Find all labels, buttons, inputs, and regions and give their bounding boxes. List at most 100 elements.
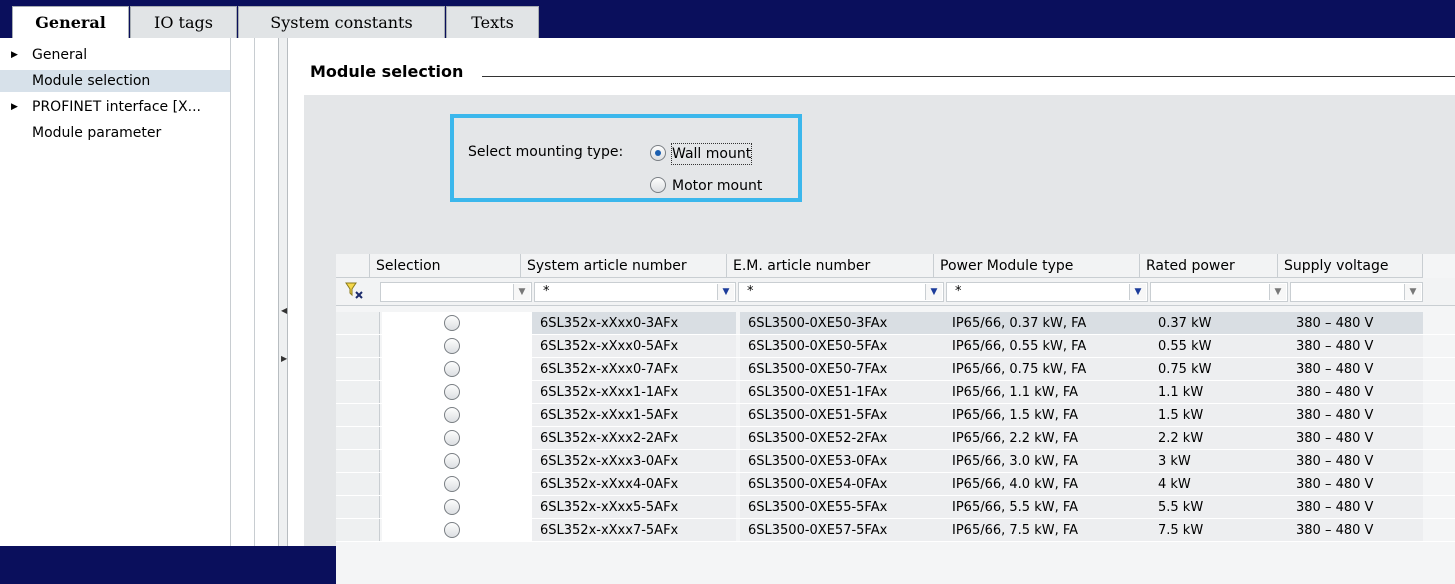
filter-rated-power[interactable]: ▼	[1150, 282, 1288, 302]
dropdown-arrow-icon[interactable]: ▼	[717, 284, 734, 300]
filter-value: *	[747, 284, 754, 299]
row-select-radio[interactable]	[444, 384, 460, 400]
selection-cell[interactable]	[382, 358, 532, 380]
row-select-radio[interactable]	[444, 338, 460, 354]
system-article-number-cell: 6SL352x-xXxx2-2AFx	[532, 427, 736, 449]
row-header[interactable]	[336, 473, 380, 495]
dropdown-arrow-icon[interactable]: ▼	[513, 284, 530, 300]
supply-voltage-cell: 380 – 480 V	[1288, 404, 1423, 426]
tab-bar: General IO tags System constants Texts	[0, 0, 1455, 39]
supply-voltage-cell: 380 – 480 V	[1288, 312, 1423, 334]
wall-mount-radio[interactable]	[650, 145, 666, 161]
nav-item-module-parameter[interactable]: Module parameter	[0, 122, 230, 144]
filter-system-article-number[interactable]: * ▼	[534, 282, 736, 302]
panel-splitter[interactable]: ◀ ▶	[278, 38, 288, 546]
power-module-type-cell: IP65/66, 2.2 kW, FA	[944, 427, 1150, 449]
nav-item-profinet-interface[interactable]: ▶ PROFINET interface [X...	[0, 96, 230, 118]
expand-arrow-icon[interactable]: ▶	[11, 96, 18, 118]
row-header[interactable]	[336, 450, 380, 472]
row-header[interactable]	[336, 519, 380, 541]
divider	[254, 38, 255, 546]
dropdown-arrow-icon[interactable]: ▼	[925, 284, 942, 300]
tab-texts[interactable]: Texts	[446, 6, 539, 38]
em-article-number-cell: 6SL3500-0XE50-3FAx	[740, 312, 944, 334]
rated-power-cell: 0.55 kW	[1150, 335, 1288, 357]
filter-supply-voltage[interactable]: ▼	[1290, 282, 1423, 302]
table-row[interactable]: 6SL352x-xXxx2-2AFx 6SL3500-0XE52-2FAx IP65…	[336, 427, 1455, 450]
table-row[interactable]: 6SL352x-xXxx5-5AFx 6SL3500-0XE55-5FAx IP65…	[336, 496, 1455, 519]
power-module-type-cell: IP65/66, 0.75 kW, FA	[944, 358, 1150, 380]
clear-filter-icon[interactable]	[344, 281, 366, 301]
selection-cell[interactable]	[382, 381, 532, 403]
system-article-number-cell: 6SL352x-xXxx1-1AFx	[532, 381, 736, 403]
supply-voltage-cell: 380 – 480 V	[1288, 335, 1423, 357]
table-row[interactable]: 6SL352x-xXxx1-5AFx 6SL3500-0XE51-5FAx IP65…	[336, 404, 1455, 427]
system-article-number-cell: 6SL352x-xXxx0-3AFx	[532, 312, 736, 334]
table-row[interactable]: 6SL352x-xXxx3-0AFx 6SL3500-0XE53-0FAx IP65…	[336, 450, 1455, 473]
em-article-number-cell: 6SL3500-0XE50-5FAx	[740, 335, 944, 357]
row-header[interactable]	[336, 312, 380, 334]
table-row[interactable]: 6SL352x-xXxx4-0AFx 6SL3500-0XE54-0FAx IP65…	[336, 473, 1455, 496]
row-select-radio[interactable]	[444, 430, 460, 446]
tab-io-tags[interactable]: IO tags	[130, 6, 237, 38]
expand-arrow-icon[interactable]: ▶	[11, 44, 18, 66]
column-header-system-article-number[interactable]: System article number	[521, 254, 727, 278]
motor-mount-radio[interactable]	[650, 177, 666, 193]
row-header-corner	[336, 254, 370, 278]
tab-system-constants[interactable]: System constants	[238, 6, 445, 38]
nav-item-general[interactable]: ▶ General	[0, 44, 230, 66]
selection-cell[interactable]	[382, 335, 532, 357]
filter-selection[interactable]: ▼	[380, 282, 532, 302]
row-select-radio[interactable]	[444, 499, 460, 515]
system-article-number-cell: 6SL352x-xXxx7-5AFx	[532, 519, 736, 541]
rated-power-cell: 3 kW	[1150, 450, 1288, 472]
selection-cell[interactable]	[382, 427, 532, 449]
row-select-radio[interactable]	[444, 361, 460, 377]
filter-row: ▼ * ▼ * ▼ * ▼ ▼ ▼	[336, 278, 1455, 306]
selection-cell[interactable]	[382, 496, 532, 518]
row-header[interactable]	[336, 404, 380, 426]
collapse-left-icon[interactable]: ◀	[281, 306, 287, 315]
power-module-type-cell: IP65/66, 0.55 kW, FA	[944, 335, 1150, 357]
table-row[interactable]: 6SL352x-xXxx7-5AFx 6SL3500-0XE57-5FAx IP65…	[336, 519, 1455, 542]
row-header[interactable]	[336, 427, 380, 449]
column-header-power-module-type[interactable]: Power Module type	[934, 254, 1140, 278]
row-select-radio[interactable]	[444, 522, 460, 538]
rated-power-cell: 0.37 kW	[1150, 312, 1288, 334]
row-header[interactable]	[336, 496, 380, 518]
table-row[interactable]: 6SL352x-xXxx0-5AFx 6SL3500-0XE50-5FAx IP65…	[336, 335, 1455, 358]
selection-cell[interactable]	[382, 404, 532, 426]
em-article-number-cell: 6SL3500-0XE53-0FAx	[740, 450, 944, 472]
row-header[interactable]	[336, 358, 380, 380]
wall-mount-option[interactable]: Wall mount	[650, 143, 780, 165]
dropdown-arrow-icon[interactable]: ▼	[1129, 284, 1146, 300]
selection-cell[interactable]	[382, 312, 532, 334]
tab-label: Texts	[471, 13, 514, 32]
dropdown-arrow-icon[interactable]: ▼	[1269, 284, 1286, 300]
row-header[interactable]	[336, 335, 380, 357]
filter-em-article-number[interactable]: * ▼	[738, 282, 944, 302]
row-select-radio[interactable]	[444, 407, 460, 423]
tab-general[interactable]: General	[12, 6, 129, 39]
column-header-em-article-number[interactable]: E.M. article number	[727, 254, 934, 278]
selection-cell[interactable]	[382, 473, 532, 495]
motor-mount-option[interactable]: Motor mount	[650, 176, 790, 196]
table-row[interactable]: 6SL352x-xXxx1-1AFx 6SL3500-0XE51-1FAx IP65…	[336, 381, 1455, 404]
column-header-supply-voltage[interactable]: Supply voltage	[1278, 254, 1423, 278]
row-select-radio[interactable]	[444, 315, 460, 331]
nav-item-label: General	[32, 47, 88, 63]
expand-right-icon[interactable]: ▶	[281, 354, 287, 363]
selection-cell[interactable]	[382, 450, 532, 472]
row-header[interactable]	[336, 381, 380, 403]
row-select-radio[interactable]	[444, 453, 460, 469]
table-row[interactable]: 6SL352x-xXxx0-7AFx 6SL3500-0XE50-7FAx IP65…	[336, 358, 1455, 381]
table-row[interactable]: 6SL352x-xXxx0-3AFx 6SL3500-0XE50-3FAx IP65…	[336, 312, 1455, 335]
supply-voltage-cell: 380 – 480 V	[1288, 427, 1423, 449]
nav-item-module-selection[interactable]: Module selection	[0, 70, 230, 92]
column-header-selection[interactable]: Selection	[370, 254, 521, 278]
column-header-rated-power[interactable]: Rated power	[1140, 254, 1278, 278]
row-select-radio[interactable]	[444, 476, 460, 492]
dropdown-arrow-icon[interactable]: ▼	[1404, 284, 1421, 300]
filter-power-module-type[interactable]: * ▼	[946, 282, 1148, 302]
selection-cell[interactable]	[382, 519, 532, 541]
